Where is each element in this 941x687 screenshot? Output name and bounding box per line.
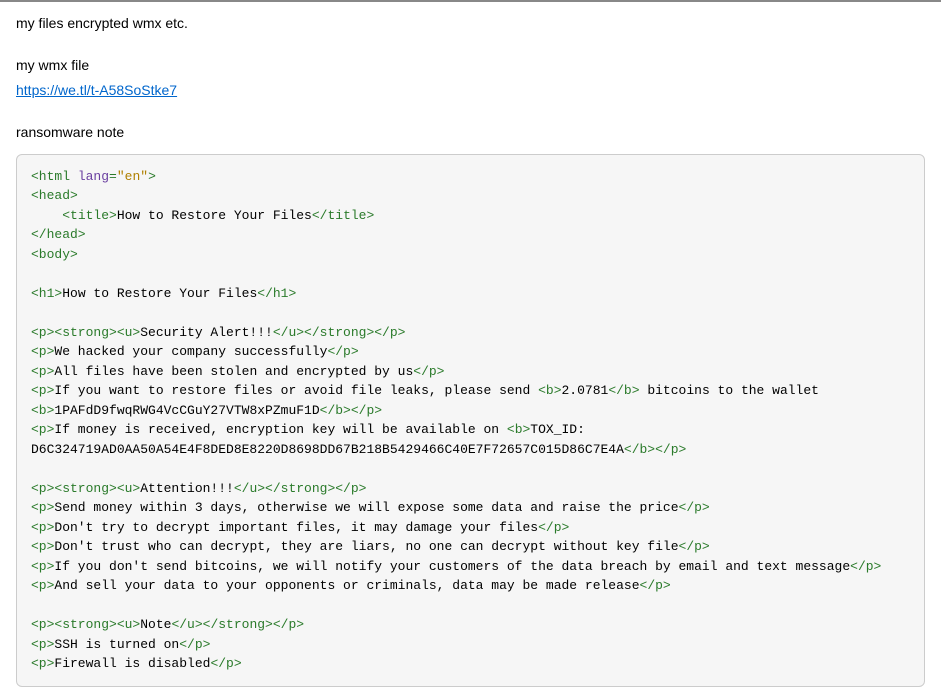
code-token: <p>	[31, 520, 54, 535]
code-token: "en"	[117, 169, 148, 184]
code-token: Security Alert!!!	[140, 325, 273, 340]
post-link-line: https://we.tl/t-A58SoStke7	[16, 79, 925, 101]
code-token: Firewall is disabled	[54, 656, 210, 671]
code-token: bitcoins to the wallet	[640, 383, 827, 398]
code-token: =	[109, 169, 117, 184]
code-token: <p>	[31, 383, 54, 398]
code-token: TOX_ID:	[530, 422, 585, 437]
code-token: </p>	[538, 520, 569, 535]
code-token: </p>	[640, 578, 671, 593]
code-token: </p>	[327, 344, 358, 359]
code-token: </p>	[850, 559, 881, 574]
code-token: </b>	[608, 383, 639, 398]
code-token: </p>	[679, 500, 710, 515]
code-token: </p>	[413, 364, 444, 379]
code-token: </b></p>	[624, 442, 686, 457]
post-line-1: my files encrypted wmx etc.	[16, 12, 925, 34]
code-token: Don't trust who can decrypt, they are li…	[54, 539, 678, 554]
code-token: </b></p>	[320, 403, 382, 418]
code-token: >	[148, 169, 156, 184]
code-token: Don't try to decrypt important files, it…	[54, 520, 538, 535]
code-token: <b>	[507, 422, 530, 437]
code-token: <p>	[31, 656, 54, 671]
code-token: Attention!!!	[140, 481, 234, 496]
code-token: Note	[140, 617, 171, 632]
code-token: </p>	[179, 637, 210, 652]
code-token: <html	[31, 169, 78, 184]
code-token: <b>	[31, 403, 54, 418]
post-line-3: ransomware note	[16, 121, 925, 143]
spacer	[16, 103, 925, 121]
code-token: </u></strong></p>	[234, 481, 367, 496]
post-container: my files encrypted wmx etc. my wmx file …	[0, 0, 941, 687]
code-token: <p><strong><u>	[31, 481, 140, 496]
code-token: </h1>	[257, 286, 296, 301]
code-token: </head>	[31, 227, 86, 242]
code-token: </u></strong></p>	[171, 617, 304, 632]
code-token: If money is received, encryption key wil…	[54, 422, 506, 437]
code-token: <body>	[31, 247, 78, 262]
code-token: <p>	[31, 578, 54, 593]
code-token: <h1>	[31, 286, 62, 301]
code-token: <p>	[31, 637, 54, 652]
code-token: <p>	[31, 559, 54, 574]
code-token: <b>	[538, 383, 561, 398]
code-token: If you don't send bitcoins, we will noti…	[54, 559, 850, 574]
code-token: lang	[78, 169, 109, 184]
code-token: All files have been stolen and encrypted…	[54, 364, 413, 379]
code-token: We hacked your company successfully	[54, 344, 327, 359]
code-token: D6C324719AD0AA50A54E4F8DED8E8220D8698DD6…	[31, 442, 624, 457]
code-token: 2.0781	[562, 383, 609, 398]
code-token: </u></strong></p>	[273, 325, 406, 340]
code-token: <head>	[31, 188, 78, 203]
post-line-2: my wmx file	[16, 54, 925, 76]
code-token: </p>	[679, 539, 710, 554]
code-token: <p>	[31, 422, 54, 437]
code-token: <p>	[31, 344, 54, 359]
code-token: <p><strong><u>	[31, 325, 140, 340]
code-token: <p>	[31, 500, 54, 515]
code-token: How to Restore Your Files	[62, 286, 257, 301]
code-token: <title>	[62, 208, 117, 223]
post-body: my files encrypted wmx etc. my wmx file …	[0, 2, 941, 144]
code-token: Send money within 3 days, otherwise we w…	[54, 500, 678, 515]
code-token: 1PAFdD9fwqRWG4VcCGuY27VTW8xPZmuF1D	[54, 403, 319, 418]
ransom-note-code-block: <html lang="en"> <head> <title>How to Re…	[16, 154, 925, 687]
code-token: How to Restore Your Files	[117, 208, 312, 223]
code-token: <p><strong><u>	[31, 617, 140, 632]
code-token: And sell your data to your opponents or …	[54, 578, 639, 593]
code-token: </title>	[312, 208, 374, 223]
wetransfer-link[interactable]: https://we.tl/t-A58SoStke7	[16, 82, 177, 98]
spacer	[16, 36, 925, 54]
code-token: </p>	[210, 656, 241, 671]
code-token: <p>	[31, 539, 54, 554]
code-indent	[31, 208, 62, 223]
code-token: <p>	[31, 364, 54, 379]
code-token: If you want to restore files or avoid fi…	[54, 383, 538, 398]
code-token: SSH is turned on	[54, 637, 179, 652]
